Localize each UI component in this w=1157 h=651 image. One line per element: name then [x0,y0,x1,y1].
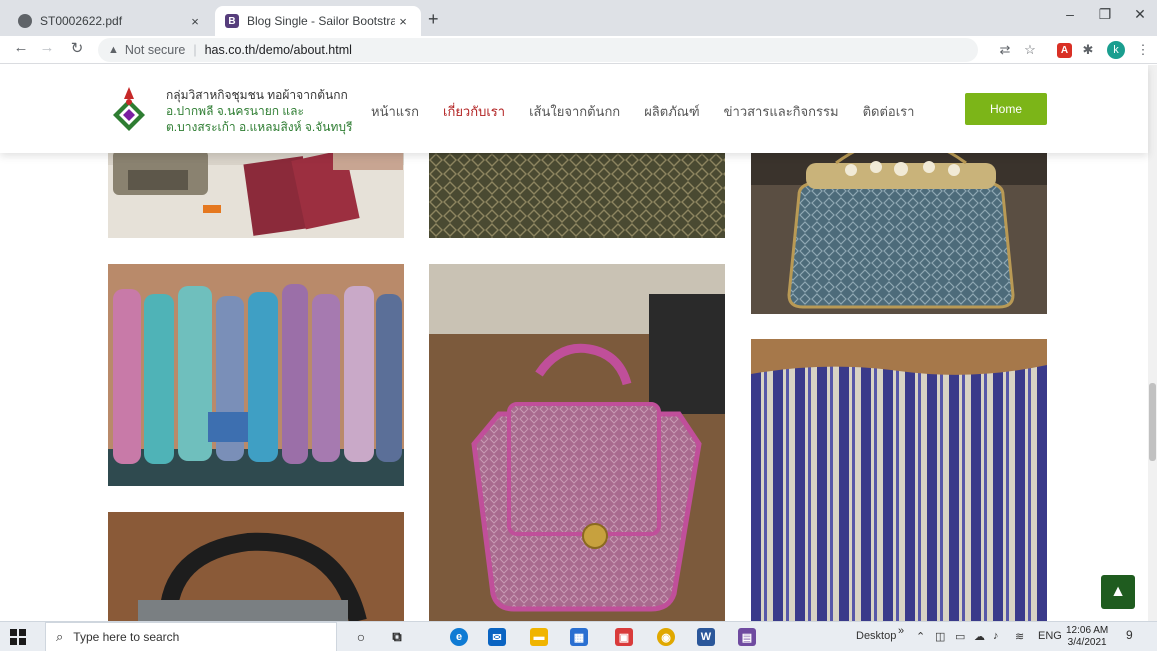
file-explorer-icon[interactable]: ▬ [530,628,548,646]
chevron-expand[interactable]: » [898,625,904,637]
volume-icon[interactable]: ♪ [993,630,999,642]
photos-icon[interactable]: ▤ [738,628,756,646]
home-button[interactable]: Home [965,93,1047,125]
brand-line-1: กลุ่มวิสาหกิจชุมชน ทอผ้าจากต้นกก [166,88,348,102]
menu-item-news[interactable]: ข่าวสารและกิจกรรม [724,101,839,122]
word-icon[interactable]: W [697,628,715,646]
meet-now-icon[interactable]: ◫ [935,630,945,643]
clutch-bag-image [751,125,1047,314]
globe-icon [18,14,32,28]
onedrive-icon[interactable]: ☁ [974,630,985,643]
page-viewport: กลุ่มวิสาหกิจชุมชน ทอผ้าจากต้นกก อ.ปากพล… [0,65,1157,621]
chrome-icon[interactable]: ◉ [657,628,675,646]
scrollbar-thumb[interactable] [1149,383,1156,461]
url-text: has.co.th/demo/about.html [204,43,352,57]
gallery-photo-leather-bag[interactable] [108,512,404,621]
leather-bag-image [108,512,404,621]
divider: | [193,43,197,57]
minimize-button[interactable]: – [1055,6,1085,22]
menu-item-home[interactable]: หน้าแรก [371,101,419,122]
input-language[interactable]: ENG [1038,630,1062,642]
page-scrollbar[interactable] [1148,65,1157,621]
menu-item-products[interactable]: ผลิตภัณฑ์ [644,101,699,122]
screen: ST0002622.pdf × B Blog Single - Sailor B… [0,0,1157,651]
back-to-top-button[interactable]: ▲ [1101,575,1135,609]
notification-count: 9 [1126,628,1133,642]
community-logo[interactable] [111,85,147,135]
brand-line-3: ต.บางสระเก้า อ.แหลมสิงห์ จ.จันทบุรี [166,120,353,134]
bootstrap-icon: B [225,14,239,28]
forward-arrow-icon[interactable]: → [36,39,58,56]
gallery-photo-striped-fabric[interactable] [751,339,1047,621]
menu-dots-icon[interactable]: ⋮ [1133,40,1153,60]
gallery-photo-fabric-rolls[interactable] [108,264,404,486]
close-window-button[interactable]: ✕ [1125,6,1155,23]
mail-icon[interactable]: ✉ [488,628,506,646]
site-header: กลุ่มวิสาหกิจชุมชน ทอผ้าจากต้นกก อ.ปากพล… [0,65,1148,153]
office-icon[interactable]: ▣ [615,628,633,646]
chevron-up-icon: ▲ [1110,583,1126,600]
taskbar-clock[interactable]: 12:06 AM 3/4/2021 [1066,625,1108,649]
windows-start-icon[interactable] [10,629,26,645]
tab-title: Blog Single - Sailor Bootstrap Te [247,14,395,28]
browser-tab-strip: ST0002622.pdf × B Blog Single - Sailor B… [0,0,1157,36]
menu-item-contact[interactable]: ติดต่อเรา [863,101,915,122]
gallery-photo-pink-handbag[interactable] [429,264,725,621]
warning-icon: ▲ [108,44,119,56]
gallery-photo-clutch-bag[interactable] [751,125,1047,314]
windows-taskbar: ⌕ Type here to search ○ ⧉ e ✉ ▬ ▦ ▣ ◉ W … [0,621,1157,651]
desktop-toolbar-label[interactable]: Desktop [856,630,896,642]
notification-center-icon[interactable]: 9 [1126,628,1144,646]
security-status: Not secure [124,43,186,57]
tab-title: ST0002622.pdf [40,14,123,28]
brand-line-2: อ.ปากพลี จ.นครนายก และ [166,104,304,118]
striped-fabric-image [751,339,1047,621]
tab-close-icon[interactable]: × [187,14,203,29]
back-arrow-icon[interactable]: ← [10,39,32,56]
wifi-icon[interactable]: ≋ [1015,630,1024,643]
show-hidden-icons-icon[interactable]: ⌃ [916,630,925,643]
edge-icon[interactable]: e [450,628,468,646]
tab-close-icon[interactable]: × [395,14,411,29]
menu-item-about[interactable]: เกี่ยวกับเรา [443,101,505,122]
clock-time: 12:06 AM [1066,625,1109,636]
clock-date: 3/4/2021 [1067,637,1107,648]
search-icon: ⌕ [56,629,64,644]
browser-toolbar: ← → ↻ ▲ Not secure | has.co.th/demo/abou… [0,36,1157,64]
profile-avatar[interactable]: k [1107,41,1125,59]
menu-item-fiber[interactable]: เส้นใยจากต้นกก [529,101,620,122]
bookmark-star-icon[interactable]: ☆ [1020,40,1040,60]
tab-pdf[interactable]: ST0002622.pdf × [8,6,213,36]
address-bar[interactable]: ▲ Not secure | has.co.th/demo/about.html [98,38,978,62]
taskbar-search-box[interactable]: ⌕ Type here to search [45,622,337,651]
translate-icon[interactable]: ⇄ [995,40,1015,60]
search-placeholder: Type here to search [73,630,180,644]
pink-handbag-image [429,264,725,621]
pdf-extension-icon[interactable]: A [1057,43,1072,58]
new-tab-button[interactable]: + [428,9,439,30]
task-view-icon[interactable]: ⧉ [388,628,406,646]
main-menu: หน้าแรก เกี่ยวกับเรา เส้นใยจากต้นกก ผลิต… [371,101,938,122]
fabric-rolls-image [108,264,404,486]
battery-icon[interactable]: ▭ [955,630,965,643]
extensions-puzzle-icon[interactable]: ✱ [1078,40,1098,60]
brand-name[interactable]: กลุ่มวิสาหกิจชุมชน ทอผ้าจากต้นกก อ.ปากพล… [166,87,352,135]
restore-button[interactable]: ❐ [1090,6,1120,23]
store-icon[interactable]: ▦ [570,628,588,646]
cortana-icon[interactable]: ○ [352,628,370,646]
tab-blog-single[interactable]: B Blog Single - Sailor Bootstrap Te × [215,6,421,36]
reload-icon[interactable]: ↻ [66,39,88,57]
